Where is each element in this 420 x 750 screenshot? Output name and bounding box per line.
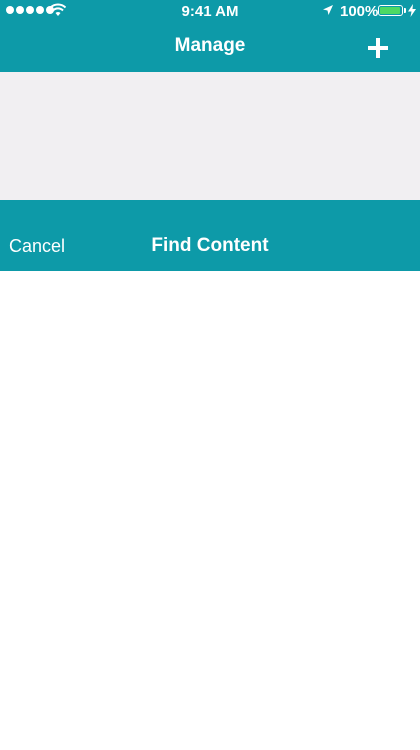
find-content-bar: Cancel Find Content (0, 200, 420, 271)
charging-bolt-icon (408, 4, 416, 17)
battery-icon (378, 5, 403, 16)
status-bar: 9:41 AM 100% (0, 0, 420, 22)
battery-tip (404, 8, 406, 13)
content-area (0, 271, 420, 750)
find-content-title: Find Content (151, 235, 269, 256)
location-arrow-icon (323, 5, 333, 15)
page-title: Manage (174, 35, 246, 56)
search-panel (0, 72, 420, 200)
battery-level (380, 7, 400, 14)
screen: 9:41 AM 100% Manage Cancel Find Content (0, 0, 420, 750)
add-button[interactable] (362, 32, 394, 64)
navigation-bar: 9:41 AM 100% Manage (0, 0, 420, 72)
battery-percent: 100% (340, 3, 379, 20)
